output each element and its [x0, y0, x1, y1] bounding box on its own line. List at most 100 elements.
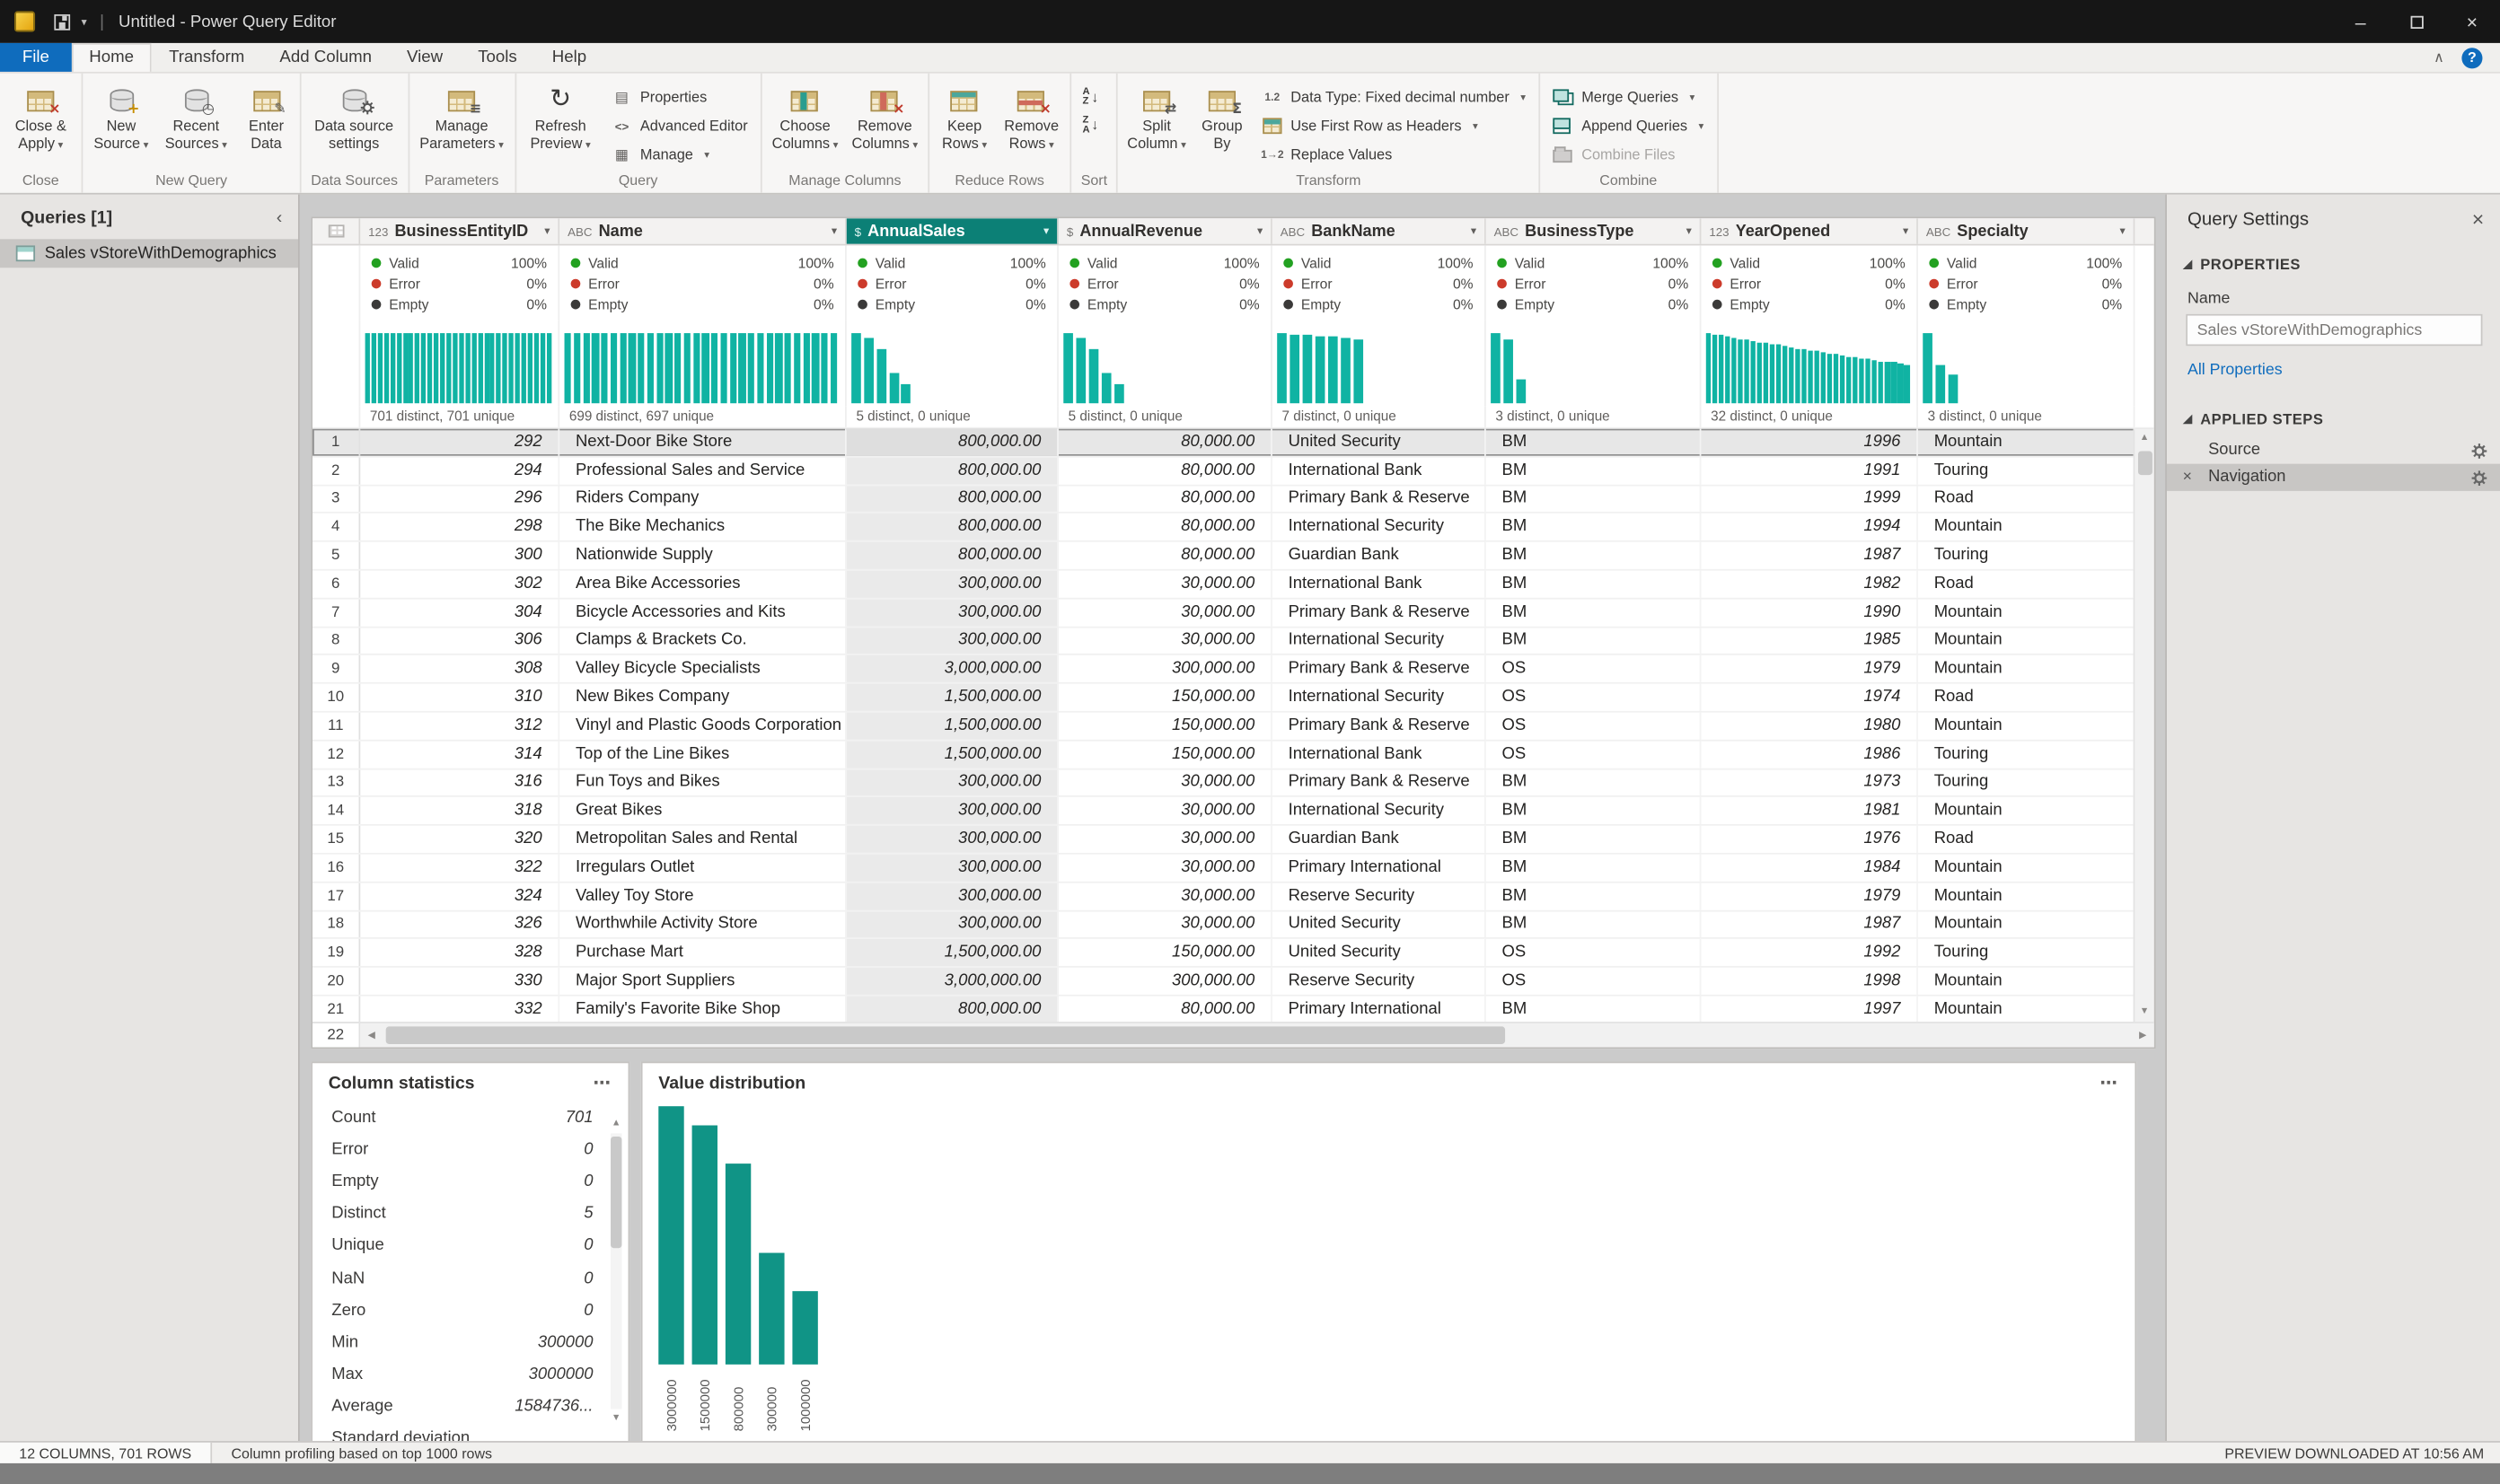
minimize-button[interactable]: –: [2333, 0, 2389, 43]
cell[interactable]: Valley Bicycle Specialists: [559, 655, 847, 682]
tab-home[interactable]: Home: [72, 43, 152, 72]
properties-section-header[interactable]: PROPERTIES: [2167, 257, 2500, 273]
cell[interactable]: 318: [360, 797, 559, 824]
table-row[interactable]: 19328Purchase Mart1,500,000.00150,000.00…: [312, 939, 2154, 968]
cell[interactable]: 300,000.00: [847, 882, 1059, 909]
cell[interactable]: 306: [360, 628, 559, 654]
applied-steps-section-header[interactable]: APPLIED STEPS: [2167, 411, 2500, 427]
cell[interactable]: Purchase Mart: [559, 939, 847, 966]
column-header-YearOpened[interactable]: 123YearOpened▾: [1701, 218, 1917, 243]
cell[interactable]: Professional Sales and Service: [559, 457, 847, 484]
table-row[interactable]: 4298The Bike Mechanics800,000.0080,000.0…: [312, 514, 2154, 542]
cell[interactable]: BM: [1486, 855, 1702, 882]
cell[interactable]: 1992: [1701, 939, 1917, 966]
cell[interactable]: BM: [1486, 882, 1702, 909]
column-header-BusinessType[interactable]: ABCBusinessType▾: [1486, 218, 1702, 243]
manage-parameters-button[interactable]: ≡ Manage Parameters▾: [412, 75, 511, 169]
table-row[interactable]: 5300Nationwide Supply800,000.0080,000.00…: [312, 542, 2154, 571]
cell[interactable]: 300,000.00: [847, 911, 1059, 938]
column-header-AnnualSales[interactable]: $AnnualSales▾: [847, 218, 1059, 243]
cell[interactable]: 302: [360, 571, 559, 598]
cell[interactable]: International Bank: [1272, 457, 1486, 484]
cell[interactable]: Top of the Line Bikes: [559, 741, 847, 768]
collapse-panel-icon[interactable]: ‹: [277, 209, 283, 228]
cell[interactable]: 300,000.00: [847, 571, 1059, 598]
data-source-settings-button[interactable]: Data source settings: [304, 75, 403, 169]
horizontal-scrollbar[interactable]: ◀ ▶: [360, 1023, 2153, 1048]
cell[interactable]: 30,000.00: [1059, 769, 1272, 796]
vertical-scroll-thumb[interactable]: [2138, 451, 2152, 475]
cell[interactable]: 150,000.00: [1059, 939, 1272, 966]
scroll-down-icon[interactable]: ▼: [2140, 1003, 2150, 1022]
cell[interactable]: 800,000.00: [847, 997, 1059, 1023]
cell[interactable]: 300,000.00: [1059, 968, 1272, 995]
cell[interactable]: 1982: [1701, 571, 1917, 598]
cell[interactable]: United Security: [1272, 939, 1486, 966]
horizontal-scroll-thumb[interactable]: [386, 1026, 1506, 1044]
cell[interactable]: Irregulars Outlet: [559, 855, 847, 882]
cell[interactable]: 1981: [1701, 797, 1917, 824]
recent-sources-button[interactable]: ◷ Recent Sources▾: [156, 75, 236, 169]
tab-view[interactable]: View: [390, 43, 461, 72]
table-row[interactable]: 13316Fun Toys and Bikes300,000.0030,000.…: [312, 769, 2154, 798]
cell[interactable]: Mountain: [1918, 429, 2135, 456]
cell[interactable]: Primary Bank & Reserve: [1272, 769, 1486, 796]
new-source-button[interactable]: + New Source▾: [86, 75, 156, 169]
cell[interactable]: 296: [360, 486, 559, 513]
cell[interactable]: BM: [1486, 571, 1702, 598]
cell[interactable]: 320: [360, 826, 559, 853]
cell[interactable]: Primary International: [1272, 997, 1486, 1023]
cell[interactable]: Primary Bank & Reserve: [1272, 713, 1486, 740]
cell[interactable]: 30,000.00: [1059, 599, 1272, 626]
table-row[interactable]: 12314Top of the Line Bikes1,500,000.0015…: [312, 741, 2154, 769]
manage-button[interactable]: Manage ▾: [607, 144, 753, 166]
column-histogram[interactable]: [1059, 321, 1272, 407]
cell[interactable]: 3,000,000.00: [847, 968, 1059, 995]
cell[interactable]: 30,000.00: [1059, 826, 1272, 853]
cell[interactable]: Road: [1918, 486, 2135, 513]
cell[interactable]: 80,000.00: [1059, 542, 1272, 569]
cell[interactable]: Mountain: [1918, 655, 2135, 682]
cell[interactable]: Bicycle Accessories and Kits: [559, 599, 847, 626]
cell[interactable]: 312: [360, 713, 559, 740]
cell[interactable]: 326: [360, 911, 559, 938]
cell[interactable]: 80,000.00: [1059, 457, 1272, 484]
cell[interactable]: Guardian Bank: [1272, 826, 1486, 853]
table-row[interactable]: 20330Major Sport Suppliers3,000,000.0030…: [312, 968, 2154, 997]
cell[interactable]: International Security: [1272, 684, 1486, 711]
cell[interactable]: 1987: [1701, 911, 1917, 938]
cell[interactable]: OS: [1486, 968, 1702, 995]
cell[interactable]: 1987: [1701, 542, 1917, 569]
data-type-button[interactable]: Data Type: Fixed decimal number ▾: [1257, 86, 1530, 109]
column-header-Name[interactable]: ABCName▾: [559, 218, 847, 243]
merge-queries-button[interactable]: Merge Queries ▾: [1548, 86, 1709, 109]
horizontal-scroll-track[interactable]: [383, 1023, 2132, 1048]
cell[interactable]: Vinyl and Plastic Goods Corporation: [559, 713, 847, 740]
cell[interactable]: Primary Bank & Reserve: [1272, 599, 1486, 626]
cell[interactable]: 30,000.00: [1059, 628, 1272, 654]
cell[interactable]: 800,000.00: [847, 542, 1059, 569]
table-row[interactable]: 18326Worthwhile Activity Store300,000.00…: [312, 911, 2154, 940]
cell[interactable]: 1996: [1701, 429, 1917, 456]
cell[interactable]: BM: [1486, 826, 1702, 853]
cell[interactable]: 30,000.00: [1059, 882, 1272, 909]
column-quality[interactable]: Valid100%Error0%Empty0%: [1059, 245, 1272, 320]
table-row[interactable]: 3296Riders Company800,000.0080,000.00Pri…: [312, 486, 2154, 514]
column-histogram[interactable]: [559, 321, 847, 407]
table-row[interactable]: 6302Area Bike Accessories300,000.0030,00…: [312, 571, 2154, 600]
filter-dropdown-icon[interactable]: ▾: [2113, 224, 2125, 237]
cell[interactable]: BM: [1486, 486, 1702, 513]
cell[interactable]: BM: [1486, 769, 1702, 796]
cell[interactable]: Metropolitan Sales and Rental: [559, 826, 847, 853]
cell[interactable]: 1999: [1701, 486, 1917, 513]
table-row[interactable]: 15320Metropolitan Sales and Rental300,00…: [312, 826, 2154, 855]
cell[interactable]: 1,500,000.00: [847, 713, 1059, 740]
column-histogram[interactable]: [1918, 321, 2135, 407]
table-row[interactable]: 7304Bicycle Accessories and Kits300,000.…: [312, 599, 2154, 628]
status-profiling-note[interactable]: Column profiling based on top 1000 rows: [212, 1445, 511, 1462]
column-header-BusinessEntityID[interactable]: 123BusinessEntityID▾: [360, 218, 559, 243]
sort-ascending-button[interactable]: [1082, 88, 1098, 108]
cell[interactable]: 1980: [1701, 713, 1917, 740]
help-icon[interactable]: ?: [2461, 47, 2482, 67]
cell[interactable]: International Security: [1272, 797, 1486, 824]
